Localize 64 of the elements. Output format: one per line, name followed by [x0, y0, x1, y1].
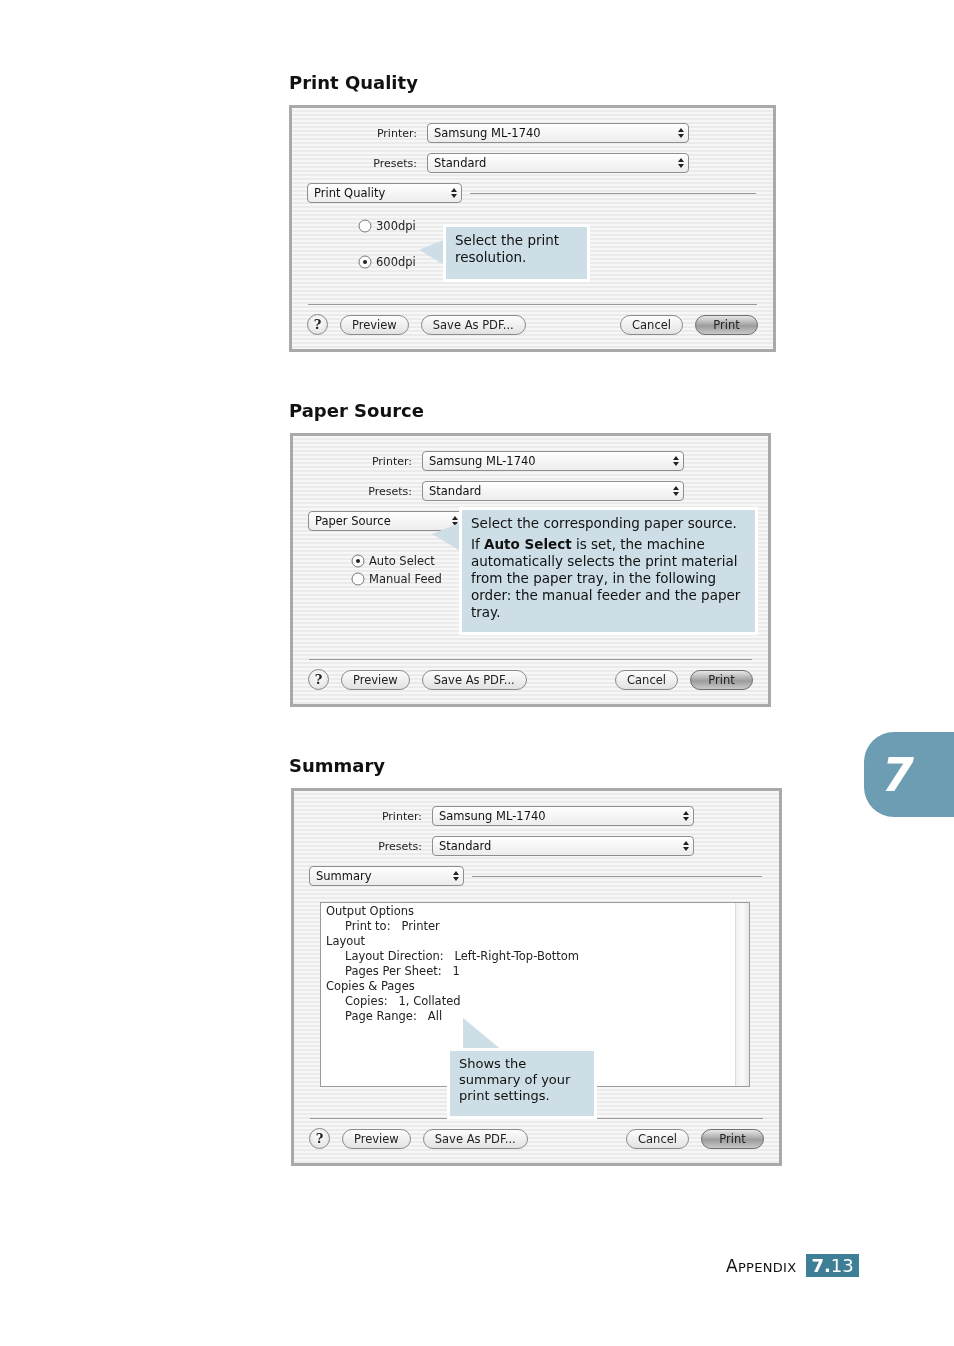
summary-heading: Layout [326, 934, 366, 949]
popup-menu[interactable]: Standard [432, 836, 694, 856]
summary-label: Layout Direction: [345, 949, 444, 964]
footer-label: APPENDIX [726, 1255, 797, 1276]
section-heading: Summary [289, 754, 387, 778]
stepper-icon [450, 187, 458, 199]
popup-menu[interactable]: Samsung ML-1740 [432, 806, 694, 826]
callout-text: Select the print resolution. [455, 232, 561, 266]
summary-value: All [427, 1009, 443, 1024]
popup-menu[interactable]: Samsung ML-1740 [427, 123, 689, 143]
stepper-icon [452, 870, 460, 882]
help-button[interactable]: ? [307, 314, 328, 335]
dialog-button[interactable]: Preview [341, 669, 410, 690]
dialog-button[interactable]: Save As PDF... [420, 314, 526, 335]
default-button[interactable]: Print [695, 314, 758, 335]
summary-value: 1 [452, 964, 460, 979]
dialog-button[interactable]: Save As PDF... [421, 669, 527, 690]
callout-text: Select the corresponding paper source. [471, 515, 738, 532]
summary-value: 1, Collated [398, 994, 461, 1009]
stepper-icon [682, 840, 690, 852]
scrollbar[interactable] [735, 903, 749, 1086]
summary-label: Page Range: [345, 1009, 417, 1024]
callout-text: Shows the summary of your print settings. [459, 1056, 572, 1104]
radio-option[interactable]: Manual Feed [351, 572, 442, 586]
field-label: Presets: [372, 156, 417, 170]
stepper-icon [677, 157, 685, 169]
summary-label: Pages Per Sheet: [345, 964, 442, 979]
field-label: Printer: [375, 126, 417, 140]
summary-value: Printer [401, 919, 440, 934]
stepper-icon [682, 810, 690, 822]
radio-option[interactable]: 300dpi [358, 219, 416, 233]
help-button[interactable]: ? [308, 669, 329, 690]
dialog-button[interactable]: Save As PDF... [422, 1128, 528, 1149]
panel-menu[interactable]: Summary [309, 866, 464, 886]
field-label: Printer: [380, 809, 422, 823]
radio-option[interactable]: 600dpi [358, 255, 416, 269]
page-number: 7.13 [806, 1254, 859, 1277]
field-label: Printer: [370, 454, 412, 468]
summary-value: Left-Right-Top-Bottom [454, 949, 580, 964]
stepper-icon [677, 127, 685, 139]
radio-option[interactable]: Auto Select [351, 554, 435, 568]
section-heading: Print Quality [289, 71, 419, 95]
summary-label: Copies: [345, 994, 388, 1009]
field-label: Presets: [377, 839, 422, 853]
dialog-button[interactable]: Cancel [615, 669, 678, 690]
popup-menu[interactable]: Samsung ML-1740 [422, 451, 684, 471]
summary-heading: Copies & Pages [326, 979, 415, 994]
help-button[interactable]: ? [309, 1128, 330, 1149]
dialog-button[interactable]: Preview [340, 314, 409, 335]
summary-label: Print to: [345, 919, 391, 934]
summary-heading: Output Options [326, 904, 414, 919]
stepper-icon [672, 455, 680, 467]
popup-menu[interactable]: Standard [427, 153, 689, 173]
panel-menu[interactable]: Print Quality [307, 183, 462, 203]
field-label: Presets: [367, 484, 412, 498]
dialog-button[interactable]: Cancel [626, 1128, 689, 1149]
dialog-button[interactable]: Cancel [620, 314, 683, 335]
popup-menu[interactable]: Standard [422, 481, 684, 501]
dialog-button[interactable]: Preview [342, 1128, 411, 1149]
default-button[interactable]: Print [701, 1128, 764, 1149]
section-heading: Paper Source [289, 399, 425, 423]
stepper-icon [672, 485, 680, 497]
default-button[interactable]: Print [690, 669, 753, 690]
callout-text: If Auto Select is set, the machine automatically selects the print material from the paper tray, in the following order: the manual feeder and the paper tray. [471, 536, 742, 621]
